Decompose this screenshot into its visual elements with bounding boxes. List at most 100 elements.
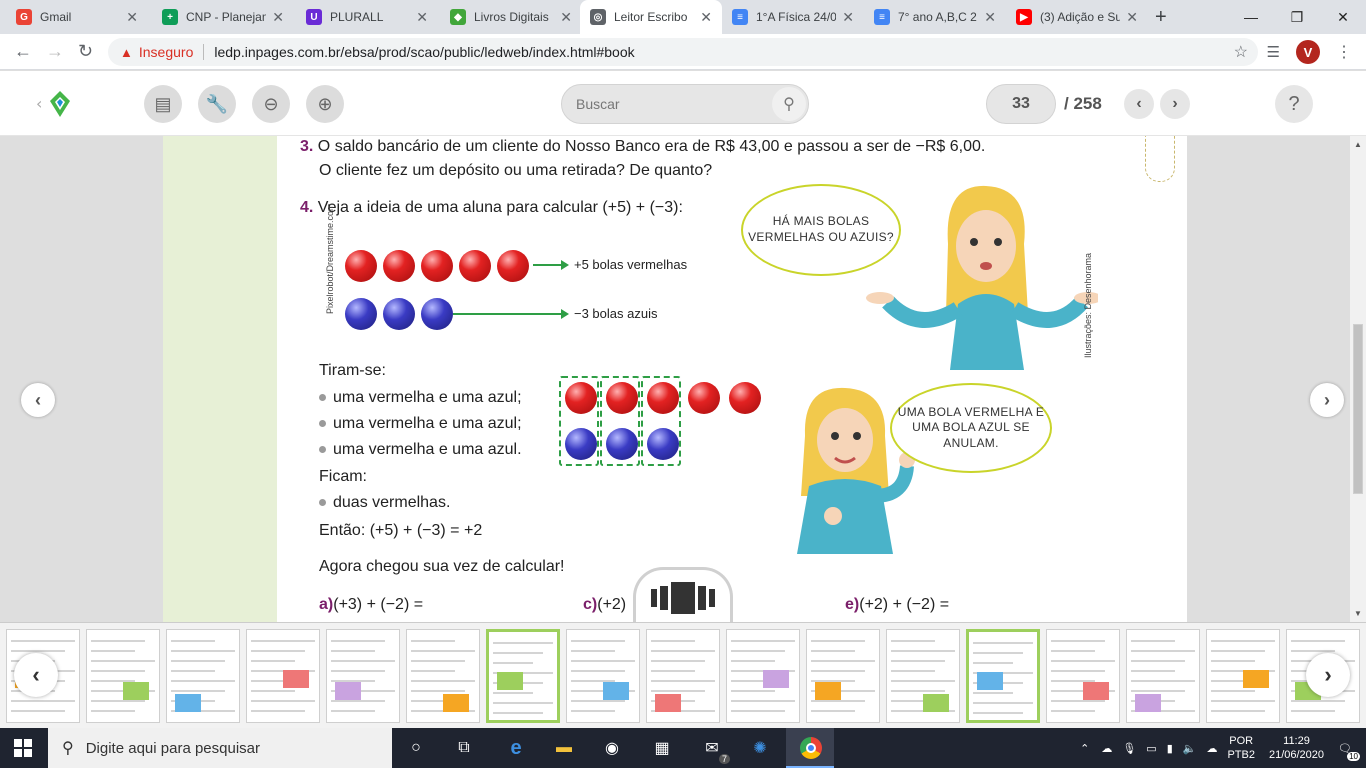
scroll-down-icon[interactable]: ▼ [1354,609,1362,618]
system-tray: ⌃ ☁ 🎙 ▭ ▮ 🔈 ☁ POR PTB2 11:29 21/06/2020 … [1080,728,1366,768]
page-thumbnail[interactable] [166,629,240,723]
obs-icon[interactable]: ◉ [600,736,624,760]
back-icon[interactable]: ← [14,41,32,62]
previous-page-arrow-icon[interactable]: ‹ [21,383,55,417]
minimize-icon[interactable]: — [1228,0,1274,34]
tab-close-icon[interactable]: ✕ [700,9,712,26]
next-page-icon[interactable]: › [1160,89,1190,119]
mail-icon[interactable]: ✉ 7 [700,736,730,764]
search-icon[interactable]: ⚲ [772,87,806,121]
thumbnail-text-line [171,640,215,642]
page-thumbnail[interactable] [966,629,1040,723]
windows-taskbar: ⚲ Digite aqui para pesquisar ○ ⧉ e ▬ ◉ ▦… [0,728,1366,768]
prev-page-icon[interactable]: ‹ [1124,89,1154,119]
profile-avatar[interactable]: V [1296,40,1320,64]
url-text[interactable]: ledp.inpages.com.br/ebsa/prod/scao/publi… [214,44,634,60]
browser-tab[interactable]: ≡ 1°A Física 24/0 ✕ [722,0,864,34]
browser-tab[interactable]: ▶ (3) Adição e Su ✕ [1006,0,1148,34]
thumbnails-next-icon[interactable]: › [1306,653,1350,697]
tray-network-icon[interactable]: ▭ [1146,742,1156,755]
tools-wrench-icon[interactable]: 🔧 [198,85,236,123]
next-page-arrow-icon[interactable]: › [1310,383,1344,417]
bullet-dot [319,394,326,402]
page-thumbnail[interactable] [86,629,160,723]
current-page-input[interactable]: 33 [986,84,1056,124]
red-ball [421,250,453,282]
input-language[interactable]: POR PTB2 [1227,734,1255,762]
tab-close-icon[interactable]: ✕ [560,9,572,26]
browser-tab[interactable]: ≡ 7° ano A,B,C 2 ✕ [864,0,1006,34]
page-thumbnail[interactable] [646,629,720,723]
tab-close-icon[interactable]: ✕ [272,9,284,26]
cortana-icon[interactable]: ○ [404,736,428,760]
reload-icon[interactable]: ↻ [78,41,93,62]
browser-tab[interactable]: ◎ Leitor Escribo ✕ [580,0,722,34]
forward-icon[interactable]: → [46,41,64,62]
view-mode-toggle-icon[interactable] [633,567,733,625]
scroll-up-icon[interactable]: ▲ [1354,140,1362,149]
thumbnails-prev-icon[interactable]: ‹ [14,653,58,697]
new-tab-button[interactable]: + [1155,6,1167,29]
page-thumbnail[interactable] [1206,629,1280,723]
taskbar-search[interactable]: ⚲ Digite aqui para pesquisar [48,728,392,768]
bookmark-ribbon-icon[interactable] [1145,136,1175,182]
insecure-label[interactable]: Inseguro [139,44,193,60]
zoom-out-icon[interactable]: ⊖ [252,85,290,123]
page-thumbnail[interactable] [486,629,560,723]
page-thumbnail[interactable] [886,629,960,723]
search-input[interactable] [576,94,766,114]
book-index-icon[interactable]: ▤ [144,85,182,123]
thumbnail-text-line [571,660,635,662]
browser-tab[interactable]: U PLURALL ✕ [296,0,438,34]
thumbnail-text-line [1051,700,1105,702]
menu-dots-icon[interactable]: ⋮ [1336,42,1352,62]
zoom-in-icon[interactable]: ⊕ [306,85,344,123]
maximize-icon[interactable]: ❐ [1274,0,1320,34]
thumbnail-text-line [1211,650,1265,652]
media-queue-icon[interactable]: ☰ [1267,43,1280,61]
tray-chevron-icon[interactable]: ⌃ [1080,742,1089,755]
browser-tab[interactable]: G Gmail ✕ [6,0,148,34]
page-thumbnail[interactable] [406,629,480,723]
close-window-icon[interactable]: ✕ [1320,0,1366,34]
scrollbar-thumb[interactable] [1353,324,1363,494]
app-compass-icon[interactable]: ✺ [748,736,772,760]
tab-close-icon[interactable]: ✕ [126,9,138,26]
notification-center-icon[interactable]: 🗨 10 [1338,742,1360,761]
taskbar-search-placeholder[interactable]: Digite aqui para pesquisar [86,740,260,757]
page-thumbnail[interactable] [566,629,640,723]
task-view-icon[interactable]: ⧉ [452,736,476,760]
thumbnail-image [655,694,681,712]
help-button[interactable]: ? [1275,85,1313,123]
tab-close-icon[interactable]: ✕ [842,9,854,26]
bookmark-star-icon[interactable]: ☆ [1234,42,1248,62]
chrome-taskbar-active[interactable] [786,728,834,768]
thumbnail-text-line [11,650,65,652]
store-icon[interactable]: ▦ [650,736,674,760]
tray-mic-icon[interactable]: 🎙 [1122,742,1136,755]
clock[interactable]: 11:29 21/06/2020 [1269,734,1324,762]
file-explorer-icon[interactable]: ▬ [552,736,576,760]
tab-close-icon[interactable]: ✕ [416,9,428,26]
tray-volume-icon[interactable]: 🔈 [1183,742,1197,755]
windows-start-icon[interactable] [14,739,32,757]
tab-close-icon[interactable]: ✕ [1126,9,1138,26]
page-thumbnail[interactable] [326,629,400,723]
reader-toolbar: ‹ ▤ 🔧 ⊖ ⊕ ⚲ 33 / 258 ‹ › ? [0,71,1366,136]
browser-tab[interactable]: + CNP - Planejam ✕ [152,0,294,34]
page-thumbnail[interactable] [726,629,800,723]
tab-close-icon[interactable]: ✕ [984,9,996,26]
reader-logo-icon[interactable]: ‹ [36,89,76,119]
vertical-scrollbar[interactable]: ▲ ▼ [1350,136,1366,622]
tray-onedrive-icon[interactable]: ☁ [1206,742,1217,755]
omnibox[interactable]: ▲ Inseguro ledp.inpages.com.br/ebsa/prod… [108,38,1258,66]
page-thumbnail[interactable] [1126,629,1200,723]
page-thumbnail[interactable] [246,629,320,723]
page-thumbnail[interactable] [1046,629,1120,723]
browser-tab[interactable]: ◆ Livros Digitais ✕ [440,0,582,34]
thumbnail-text-line [811,650,855,652]
tray-battery-icon[interactable]: ▮ [1167,742,1173,755]
tray-cloud-icon[interactable]: ☁ [1101,742,1112,755]
page-thumbnail[interactable] [806,629,880,723]
edge-icon[interactable]: e [504,736,528,760]
